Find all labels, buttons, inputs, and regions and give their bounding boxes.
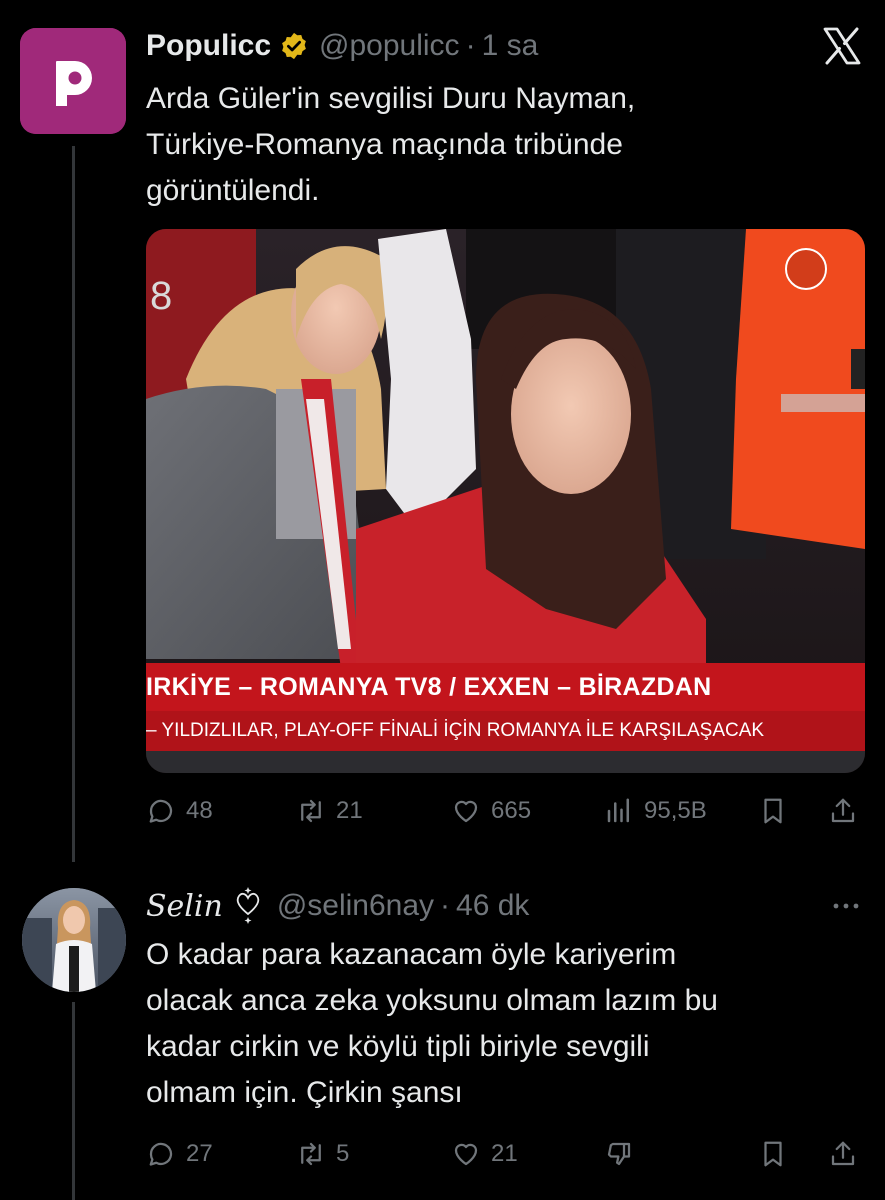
tweet-text-line: kadar cirkin ve köylü tipli biriyle sevg… (146, 1030, 650, 1063)
like-count: 21 (491, 1140, 518, 1167)
retweet-icon (301, 1142, 321, 1166)
tweet-timestamp[interactable]: 1 sa (482, 29, 539, 63)
tweet-text-line: Türkiye-Romanya maçında tribünde (146, 128, 623, 161)
tweet-text-line: olacak anca zeka yoksunu olmam lazım bu (146, 984, 718, 1017)
like-icon (454, 800, 478, 823)
tweet2-header: Selin @selin6nay · 46 dk (146, 886, 529, 926)
x-logo-icon (823, 27, 861, 65)
bookmark-icon (764, 1141, 782, 1167)
separator-dot: · (465, 29, 476, 62)
author-handle[interactable]: @selin6nay (277, 889, 434, 923)
author-handle[interactable]: @populicc (319, 29, 460, 63)
news-ticker-subline: – YILDIZLILAR, PLAY-OFF FİNALİ İÇİN ROMA… (146, 711, 865, 751)
author-name[interactable]: Selin (146, 889, 223, 924)
populicc-avatar[interactable] (20, 28, 126, 134)
retweet-button[interactable]: 21 (296, 791, 363, 831)
retweet-count: 21 (336, 797, 363, 824)
reply-icon (149, 1142, 173, 1166)
reply-icon (149, 799, 173, 823)
separator-dot: · (440, 889, 451, 922)
tweet-text-line: görüntülendi. (146, 174, 320, 207)
like-button[interactable]: 665 (451, 791, 531, 831)
reply-count: 27 (186, 1140, 213, 1167)
thread-line-top (72, 146, 75, 862)
tweet1-text: Arda Güler'in sevgilisi Duru Nayman, Tür… (146, 76, 846, 214)
thread-line-bottom (72, 1002, 75, 1200)
retweet-count: 5 (336, 1140, 350, 1167)
tweet-timestamp[interactable]: 46 dk (456, 889, 529, 923)
share-icon (831, 798, 855, 823)
bookmark-icon (764, 798, 782, 824)
retweet-icon (301, 799, 321, 823)
selin-avatar[interactable] (22, 888, 126, 992)
reply-button[interactable]: 48 (146, 791, 213, 831)
more-icon[interactable] (828, 888, 864, 924)
reply-button[interactable]: 27 (146, 1134, 213, 1174)
verified-badge-icon (282, 32, 306, 60)
share-button[interactable] (828, 791, 858, 831)
heart-decoration-icon (236, 887, 259, 924)
dislike-button[interactable] (604, 1134, 634, 1174)
tweet-text-line: olmam için. Çirkin şansı (146, 1076, 463, 1109)
news-ticker-headline: IRKİYE – ROMANYA TV8 / EXXEN – BİRAZDAN (146, 663, 865, 711)
like-button[interactable]: 21 (451, 1134, 518, 1174)
retweet-button[interactable]: 5 (296, 1134, 349, 1174)
views-count: 95,5B (644, 797, 707, 824)
share-icon (831, 1141, 855, 1166)
tweet-media-image[interactable]: 8 IRKİYE – ROMANYA TV8 / EXXEN – BİRAZDA… (146, 229, 865, 773)
dislike-icon (607, 1142, 631, 1166)
bookmark-button[interactable] (758, 791, 788, 831)
views-button[interactable]: 95,5B (604, 791, 707, 831)
tweet1-action-bar: 48 21 665 95,5B (146, 791, 865, 831)
like-count: 665 (491, 797, 532, 824)
tweet-text-line: O kadar para kazanacam öyle kariyerim (146, 938, 677, 971)
tweet2-action-bar: 27 5 21 (146, 1134, 865, 1174)
share-button[interactable] (828, 1134, 858, 1174)
bookmark-button[interactable] (758, 1134, 788, 1174)
author-name[interactable]: Populicc (146, 29, 271, 63)
tweet-text-line: Arda Güler'in sevgilisi Duru Nayman, (146, 82, 636, 115)
populicc-logo-icon (20, 28, 126, 134)
tweet2-text: O kadar para kazanacam öyle kariyerim ol… (146, 932, 866, 1116)
reply-count: 48 (186, 797, 213, 824)
svg-text:8: 8 (150, 274, 172, 318)
views-icon (607, 798, 629, 823)
like-icon (454, 1143, 478, 1166)
tweet1-header: Populicc @populicc · 1 sa (146, 26, 538, 66)
